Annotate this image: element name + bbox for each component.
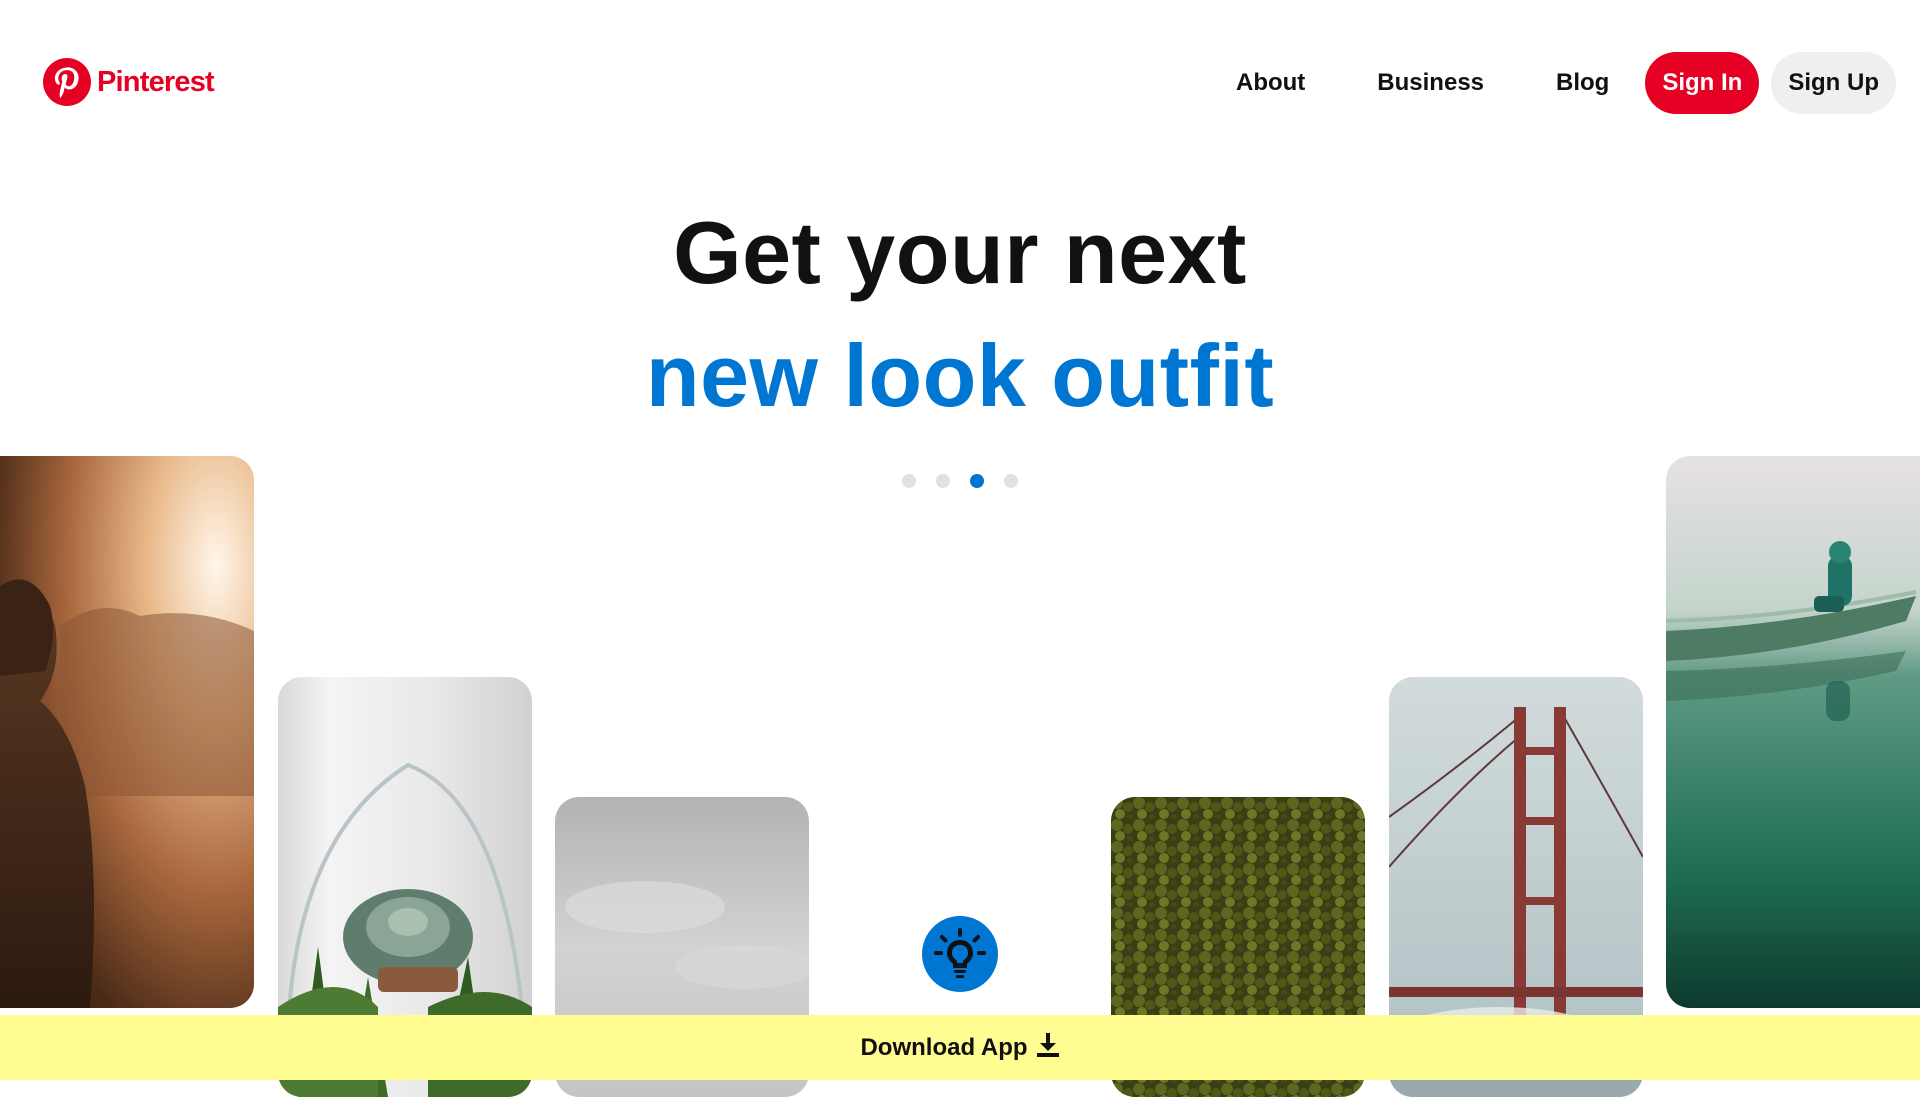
nav-about-link[interactable]: About (1236, 69, 1305, 97)
download-app-banner[interactable]: Download App (0, 1015, 1920, 1080)
download-icon (1036, 1032, 1059, 1057)
woman-sunset-image (0, 456, 254, 1008)
carousel-dot-4[interactable] (1004, 474, 1018, 488)
site-header: Pinterest About Business Blog Sign In Si… (0, 0, 1920, 168)
hero-line-1: Get your next (673, 203, 1247, 302)
download-app-label: Download App (860, 1033, 1028, 1061)
nav-business-link[interactable]: Business (1377, 69, 1484, 97)
carousel-dot-3[interactable] (970, 474, 984, 488)
pin-canoe-lake[interactable] (1666, 456, 1920, 1008)
carousel-dot-1[interactable] (902, 474, 916, 488)
top-nav: About Business Blog Sign In Sign Up (1236, 52, 1896, 114)
hero-headline: Get your next new look outfit (0, 198, 1920, 444)
logo-wordmark: Pinterest (97, 65, 215, 98)
lightbulb-icon (934, 928, 986, 978)
nav-blog-link[interactable]: Blog (1556, 69, 1609, 97)
carousel-dots (0, 474, 1920, 488)
sign-in-button[interactable]: Sign In (1645, 52, 1760, 114)
pin-woman-sunset[interactable] (0, 456, 254, 1008)
pinterest-logo-icon (43, 58, 91, 106)
hero-line-2: new look outfit (645, 326, 1275, 425)
sign-up-button[interactable]: Sign Up (1771, 52, 1896, 114)
pinterest-logo[interactable]: Pinterest (43, 58, 215, 106)
idea-lightbulb-button[interactable] (922, 916, 998, 992)
carousel-dot-2[interactable] (936, 474, 950, 488)
canoe-lake-image (1666, 456, 1920, 1008)
